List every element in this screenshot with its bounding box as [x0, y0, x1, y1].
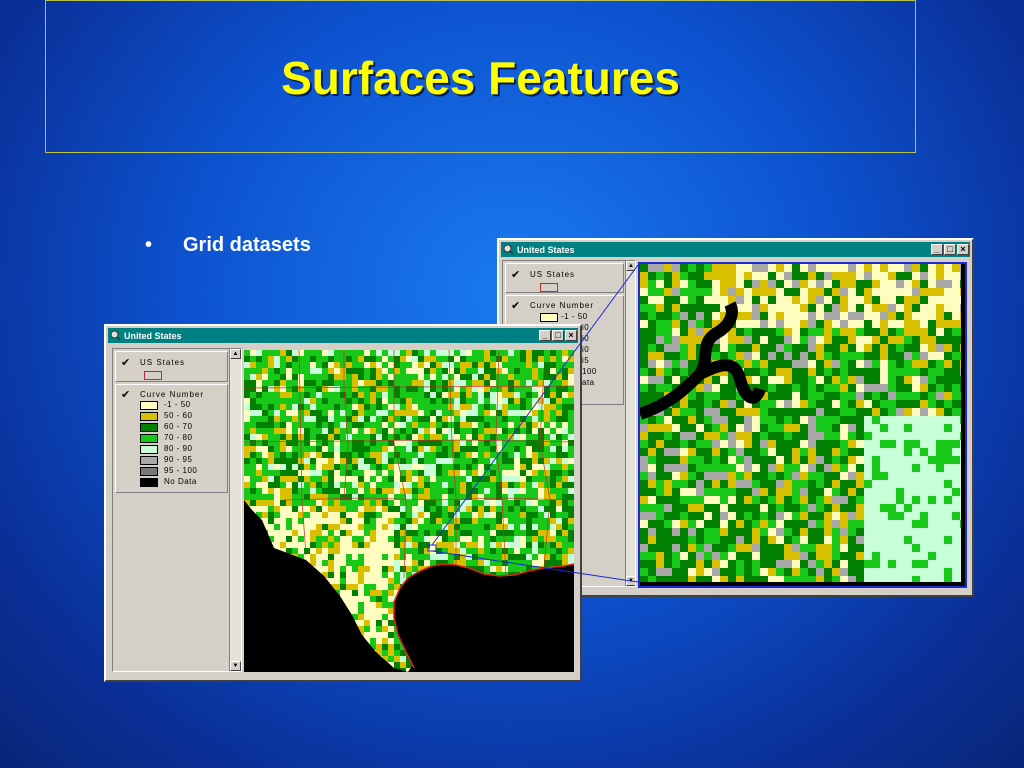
- window-titlebar[interactable]: United States _ □ ×: [501, 242, 970, 257]
- legend-label: No Data: [164, 477, 197, 486]
- legend-label: 95 - 100: [164, 466, 198, 475]
- minimize-button[interactable]: _: [931, 244, 943, 255]
- table-of-contents[interactable]: ✔ US States ✔ Curve Number -1 - 50 50 - 6…: [112, 348, 242, 672]
- minimize-button[interactable]: _: [539, 330, 551, 341]
- magnifier-globe-icon: [503, 244, 514, 255]
- legend-symbol-polygon: [540, 283, 558, 292]
- bullet-text: Grid datasets: [183, 234, 311, 256]
- legend-label: 60 - 70: [164, 422, 193, 431]
- legend-label-partial: i5: [582, 356, 590, 365]
- scroll-up-arrow[interactable]: ▲: [230, 349, 241, 359]
- legend-swatch: [140, 456, 158, 465]
- toc-layer-us-states[interactable]: ✔ US States: [505, 263, 624, 293]
- layer-name: Curve Number: [530, 301, 595, 310]
- legend-swatch: [140, 401, 158, 410]
- slide-title: Surfaces Features: [281, 52, 680, 104]
- title-box: Surfaces Features: [45, 0, 916, 153]
- legend-swatch: [140, 434, 158, 443]
- legend-label: 90 - 95: [164, 455, 193, 464]
- legend-label-partial: 100: [582, 367, 597, 376]
- legend-label: 50 - 60: [164, 411, 193, 420]
- legend-swatch: [140, 445, 158, 454]
- checkmark-icon[interactable]: ✔: [511, 268, 520, 281]
- layer-name: US States: [530, 270, 576, 279]
- scroll-down-arrow[interactable]: ▼: [230, 661, 241, 671]
- toc-layer-us-states[interactable]: ✔ US States: [115, 351, 228, 382]
- magnifier-globe-icon: [110, 330, 121, 341]
- legend-label-partial: i0: [582, 334, 590, 343]
- scroll-up-arrow[interactable]: ▲: [626, 261, 635, 271]
- us-grid-map[interactable]: [244, 350, 574, 672]
- checkmark-icon[interactable]: ✔: [121, 388, 130, 401]
- toc-layer-curve-number[interactable]: ✔ Curve Number -1 - 50 50 - 60 60 - 70 70 -…: [115, 384, 228, 493]
- toc-scrollbar[interactable]: ▲ ▼: [229, 349, 241, 671]
- us-raster: [244, 350, 574, 672]
- zoomed-grid-map[interactable]: [638, 262, 967, 588]
- close-button[interactable]: ×: [957, 244, 969, 255]
- close-button[interactable]: ×: [565, 330, 577, 341]
- zoomed-raster: [640, 264, 961, 582]
- legend-label-partial: i0: [582, 323, 590, 332]
- legend-label-partial: ata: [582, 378, 595, 387]
- legend-label: 80 - 90: [164, 444, 193, 453]
- legend-swatch: [140, 423, 158, 432]
- legend-label: -1 - 50: [164, 400, 191, 409]
- scroll-down-arrow[interactable]: ▼: [626, 576, 635, 586]
- legend-symbol-polygon: [144, 371, 162, 380]
- legend-label: -1 - 50: [561, 312, 588, 321]
- window-title: United States: [517, 244, 575, 255]
- maximize-button[interactable]: □: [944, 244, 956, 255]
- us-map-window[interactable]: United States _ □ × ✔ US States ✔ Curve …: [104, 324, 582, 682]
- layer-name: Curve Number: [140, 390, 205, 399]
- window-title: United States: [124, 330, 182, 341]
- checkmark-icon[interactable]: ✔: [121, 356, 130, 369]
- legend-label-partial: i0: [582, 345, 590, 354]
- maximize-button[interactable]: □: [552, 330, 564, 341]
- window-titlebar[interactable]: United States _ □ ×: [108, 328, 578, 343]
- legend-label: 70 - 80: [164, 433, 193, 442]
- checkmark-icon[interactable]: ✔: [511, 299, 520, 312]
- layer-name: US States: [140, 358, 186, 367]
- legend-swatch: [140, 478, 158, 487]
- legend-swatch: [540, 313, 558, 322]
- legend-swatch: [140, 412, 158, 421]
- toc-scrollbar[interactable]: ▲ ▼: [625, 261, 635, 586]
- gulf-coastline: [393, 563, 574, 669]
- legend-swatch: [140, 467, 158, 476]
- bullet-marker: •: [145, 234, 153, 256]
